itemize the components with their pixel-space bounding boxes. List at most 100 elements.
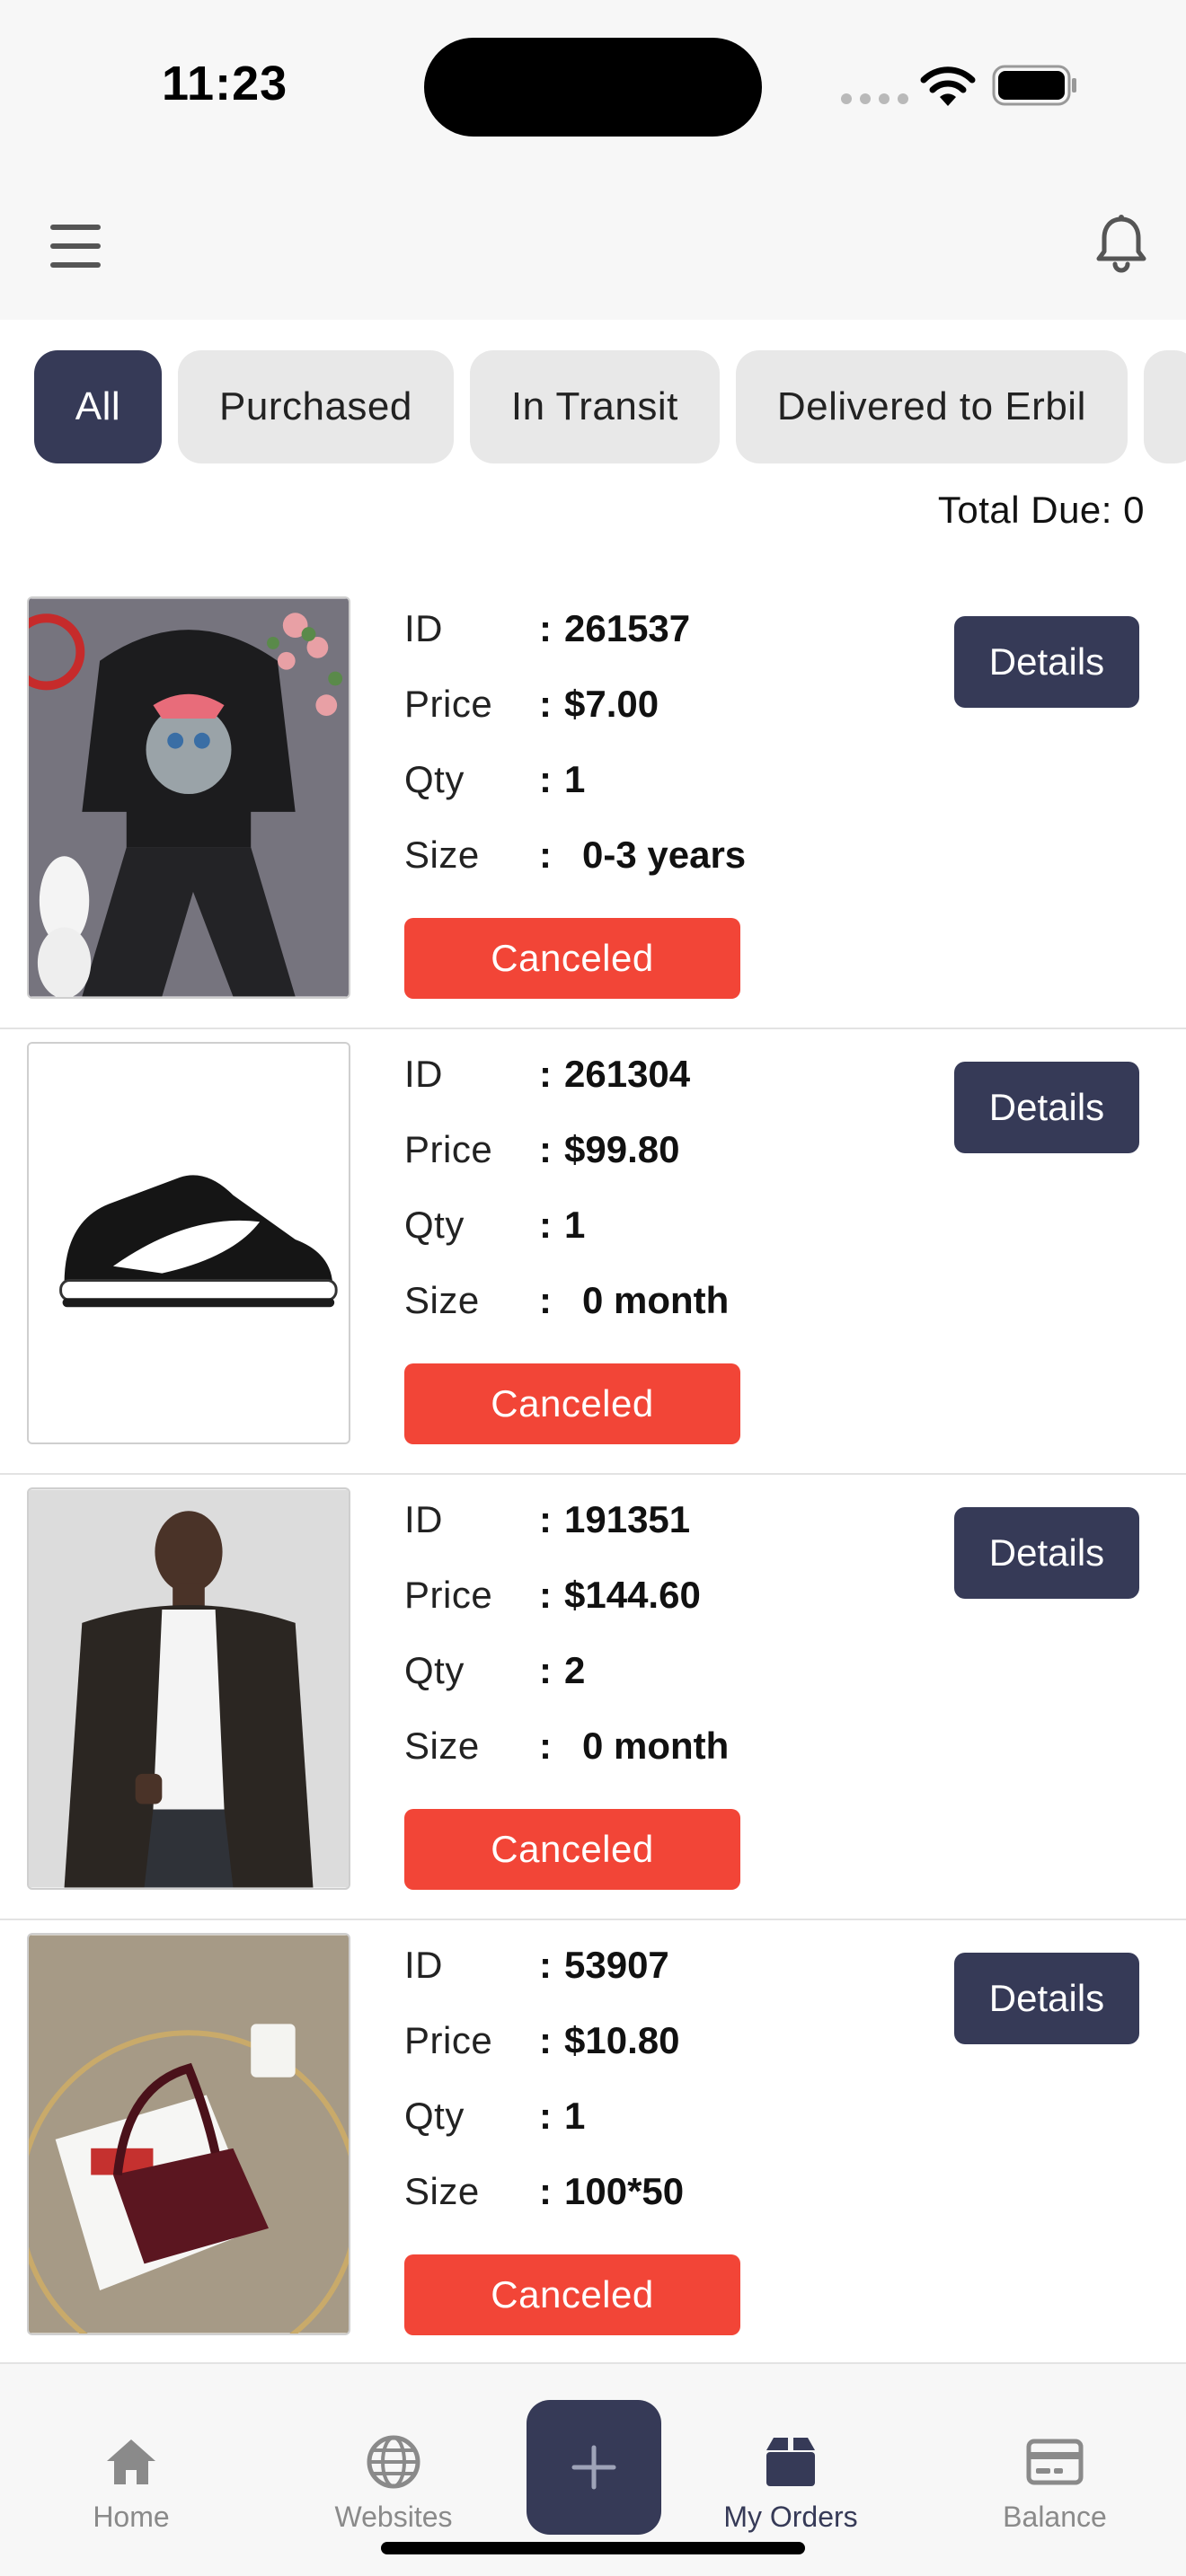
size-label: Size [404,2170,480,2212]
tab-balance[interactable]: Balance [965,2432,1145,2534]
colon: : [539,683,552,725]
order-card: ID:261304 Price: $99.80 Qty:1 Size:0 mont… [0,1029,1186,1475]
hoodie-set-photo [29,598,349,997]
colon: : [539,1053,552,1095]
order-fields: ID:261537 Price: $7.00 Qty:1 Size:0-3 yea… [404,591,746,893]
id-label: ID [404,607,443,649]
sneaker-photo [29,1044,349,1442]
order-qty: 1 [564,2095,586,2137]
qty-label: Qty [404,2095,465,2137]
details-button[interactable]: Details [954,1062,1139,1153]
colon: : [539,1498,552,1540]
filter-chip-purchased[interactable]: Purchased [178,350,454,463]
add-order-button[interactable] [527,2400,661,2535]
colon: : [539,2019,552,2061]
colon: : [539,2170,552,2212]
order-status-badge[interactable]: Canceled [404,1809,740,1890]
status-time: 11:23 [162,57,288,110]
colon: : [539,1128,552,1170]
filter-chip-in-transit[interactable]: In Transit [469,350,720,463]
credit-card-icon [1026,2439,1084,2485]
order-size: 0 month [582,1279,730,1321]
tab-label-home: Home [93,2501,170,2533]
status-filter-chips: All Purchased In Transit Delivered to Er… [34,350,1186,465]
order-price: $144.60 [564,1574,701,1616]
qty-label: Qty [404,1649,465,1691]
id-label: ID [404,1053,443,1095]
colon: : [539,1725,552,1767]
details-button[interactable]: Details [954,1507,1139,1599]
colon: : [539,1574,552,1616]
order-price: $99.80 [564,1128,680,1170]
order-id: 261304 [564,1053,691,1095]
details-button[interactable]: Details [954,1953,1139,2044]
id-label: ID [404,1944,443,1986]
colon: : [539,1279,552,1321]
order-size: 100*50 [564,2170,685,2212]
price-label: Price [404,683,493,725]
order-price: $7.00 [564,683,659,725]
price-label: Price [404,1574,493,1616]
product-image[interactable] [27,1487,350,1890]
order-status-badge[interactable]: Canceled [404,918,740,999]
tab-home[interactable]: Home [41,2432,221,2534]
filter-chip-delivered-to-erbil[interactable]: Delivered to Erbil [735,350,1128,463]
order-card: ID:191351 Price: $144.60 Qty:2 Size:0 mon… [0,1475,1186,1920]
tab-websites[interactable]: Websites [304,2432,483,2534]
notifications-bell-icon[interactable] [1089,212,1154,277]
order-id: 191351 [564,1498,691,1540]
box-icon [766,2438,815,2486]
plus-icon [571,2445,616,2490]
home-indicator [381,2542,805,2554]
order-status-badge[interactable]: Canceled [404,1363,740,1444]
hamburger-menu-button[interactable] [43,219,108,273]
product-image[interactable] [27,596,350,999]
order-fields: ID:191351 Price: $144.60 Qty:2 Size:0 mon… [404,1482,729,1784]
qty-label: Qty [404,758,465,800]
colon: : [539,834,552,876]
colon: : [539,1204,552,1246]
colon: : [539,607,552,649]
details-button[interactable]: Details [954,616,1139,708]
colon: : [539,2095,552,2137]
home-icon [107,2439,155,2484]
price-label: Price [404,1128,493,1170]
product-image[interactable] [27,1933,350,2335]
order-id: 53907 [564,1944,669,1986]
status-bar: 11:23 [0,0,1186,180]
filter-chip-next[interactable] [1143,350,1186,463]
tab-my-orders[interactable]: My Orders [701,2432,881,2534]
order-price: $10.80 [564,2019,680,2061]
order-qty: 2 [564,1649,586,1691]
order-card: ID:53907 Price: $10.80 Qty:1 Size:100*50 … [0,1920,1186,2366]
filter-chip-all[interactable]: All [34,350,162,463]
order-qty: 1 [564,758,586,800]
id-label: ID [404,1498,443,1540]
order-status-badge[interactable]: Canceled [404,2254,740,2335]
colon: : [539,1944,552,1986]
battery-icon [992,65,1076,106]
tab-label-balance: Balance [1003,2501,1107,2533]
order-fields: ID:53907 Price: $10.80 Qty:1 Size:100*50 [404,1928,684,2229]
tab-label-my-orders: My Orders [723,2501,858,2533]
size-label: Size [404,1725,480,1767]
cellular-signal-icon [841,93,908,104]
tab-label-websites: Websites [334,2501,453,2533]
colon: : [539,1649,552,1691]
wifi-icon [920,66,976,106]
order-card: ID:261537 Price: $7.00 Qty:1 Size:0-3 yea… [0,584,1186,1029]
globe-icon [367,2435,420,2489]
order-size: 0 month [582,1725,730,1767]
app-header [0,180,1186,320]
size-label: Size [404,834,480,876]
order-qty: 1 [564,1204,586,1246]
leather-jacket-photo [29,1489,349,1888]
price-label: Price [404,2019,493,2061]
order-size: 0-3 years [582,834,747,876]
total-due-text: Total Due: 0 [937,489,1145,531]
size-label: Size [404,1279,480,1321]
handbag-photo [29,1935,349,2333]
colon: : [539,758,552,800]
product-image[interactable] [27,1042,350,1444]
qty-label: Qty [404,1204,465,1246]
